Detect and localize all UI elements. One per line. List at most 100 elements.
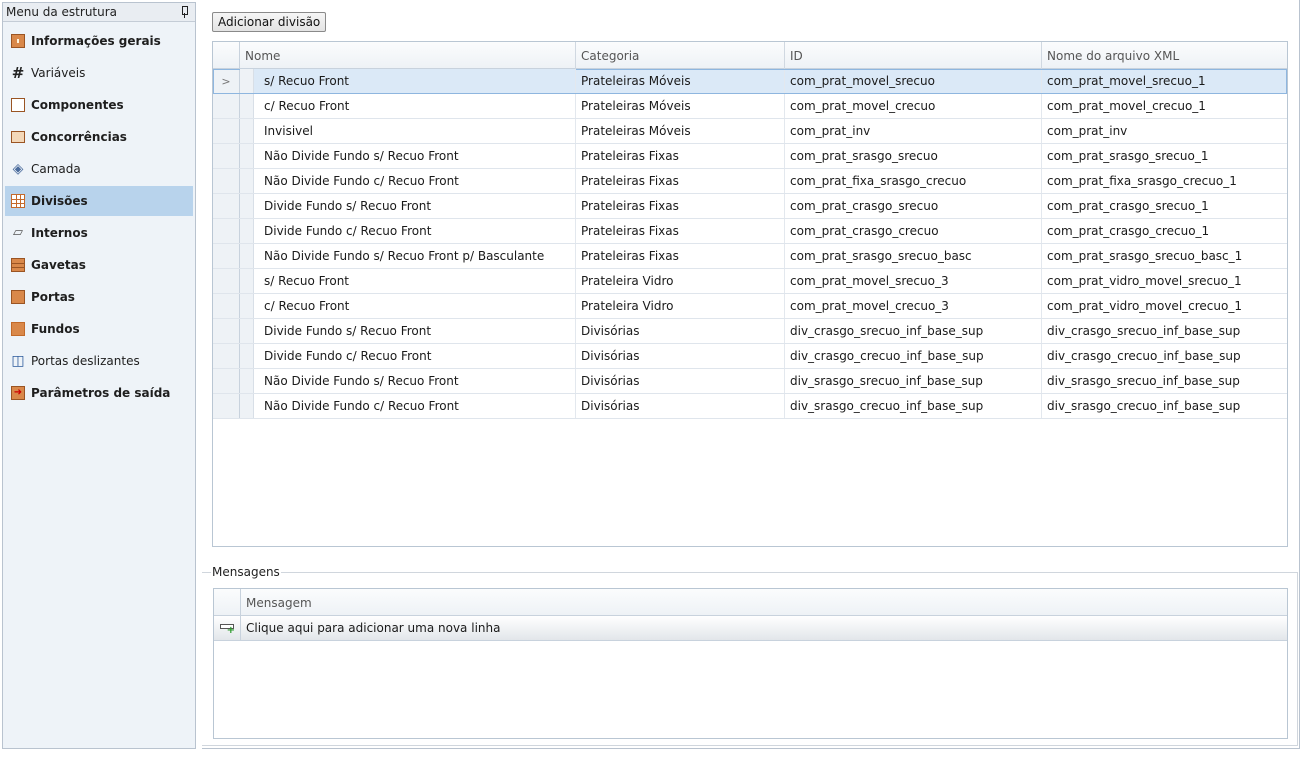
- cell-nome[interactable]: Não Divide Fundo c/ Recuo Front: [240, 394, 576, 418]
- cell-id[interactable]: com_prat_movel_crecuo: [785, 94, 1042, 118]
- cell-categoria[interactable]: Prateleira Vidro: [576, 269, 785, 293]
- menu-item-divisoes[interactable]: Divisões: [5, 186, 193, 216]
- cell-categoria[interactable]: Divisórias: [576, 344, 785, 368]
- table-row[interactable]: > s/ Recuo Front Prateleiras Móveis com_pra…: [213, 69, 1287, 94]
- table-row[interactable]: Não Divide Fundo c/ Recuo Front Prateleir…: [213, 169, 1287, 194]
- cell-nome-arquivo-xml[interactable]: com_prat_vidro_movel_crecuo_1: [1042, 294, 1287, 318]
- column-header-mensagem[interactable]: Mensagem: [241, 589, 1287, 616]
- table-row[interactable]: s/ Recuo Front Prateleira Vidro com_prat_m…: [213, 269, 1287, 294]
- row-indicator[interactable]: [213, 94, 240, 118]
- cell-id[interactable]: div_crasgo_srecuo_inf_base_sup: [785, 319, 1042, 343]
- cell-nome-arquivo-xml[interactable]: com_prat_crasgo_crecuo_1: [1042, 219, 1287, 243]
- cell-id[interactable]: com_prat_srasgo_srecuo: [785, 144, 1042, 168]
- add-new-row[interactable]: + Clique aqui para adicionar uma nova li…: [214, 616, 1287, 641]
- cell-id[interactable]: com_prat_inv: [785, 119, 1042, 143]
- table-row[interactable]: Divide Fundo s/ Recuo Front Divisórias div…: [213, 319, 1287, 344]
- cell-categoria[interactable]: Prateleiras Móveis: [576, 119, 785, 143]
- menu-item-componentes[interactable]: Componentes: [5, 90, 193, 120]
- cell-nome[interactable]: Divide Fundo s/ Recuo Front: [240, 194, 576, 218]
- pin-icon[interactable]: [179, 6, 189, 18]
- menu-item-portas-deslizantes[interactable]: ◫ Portas deslizantes: [5, 346, 193, 376]
- cell-nome[interactable]: s/ Recuo Front: [240, 69, 576, 93]
- table-row[interactable]: Invisivel Prateleiras Móveis com_prat_inv c…: [213, 119, 1287, 144]
- cell-categoria[interactable]: Prateleiras Fixas: [576, 219, 785, 243]
- cell-nome[interactable]: c/ Recuo Front: [240, 94, 576, 118]
- cell-nome-arquivo-xml[interactable]: div_srasgo_srecuo_inf_base_sup: [1042, 369, 1287, 393]
- cell-nome-arquivo-xml[interactable]: com_prat_srasgo_srecuo_basc_1: [1042, 244, 1287, 268]
- cell-categoria[interactable]: Prateleiras Móveis: [576, 69, 785, 93]
- row-indicator[interactable]: [213, 294, 240, 318]
- cell-nome-arquivo-xml[interactable]: com_prat_fixa_srasgo_crecuo_1: [1042, 169, 1287, 193]
- table-row[interactable]: Divide Fundo c/ Recuo Front Prateleiras F…: [213, 219, 1287, 244]
- menu-item-parametros-de-saida[interactable]: ➜ Parâmetros de saída: [5, 378, 193, 408]
- cell-nome[interactable]: s/ Recuo Front: [240, 269, 576, 293]
- cell-id[interactable]: com_prat_movel_crecuo_3: [785, 294, 1042, 318]
- cell-categoria[interactable]: Prateleiras Fixas: [576, 194, 785, 218]
- row-indicator[interactable]: [213, 144, 240, 168]
- table-row[interactable]: Não Divide Fundo s/ Recuo Front Divisória…: [213, 369, 1287, 394]
- cell-categoria[interactable]: Prateleiras Fixas: [576, 144, 785, 168]
- cell-id[interactable]: div_crasgo_crecuo_inf_base_sup: [785, 344, 1042, 368]
- column-header-id[interactable]: ID: [785, 42, 1042, 69]
- cell-categoria[interactable]: Divisórias: [576, 394, 785, 418]
- cell-categoria[interactable]: Divisórias: [576, 319, 785, 343]
- row-indicator[interactable]: [213, 119, 240, 143]
- menu-item-fundos[interactable]: Fundos: [5, 314, 193, 344]
- cell-nome-arquivo-xml[interactable]: com_prat_movel_crecuo_1: [1042, 94, 1287, 118]
- cell-id[interactable]: com_prat_movel_srecuo: [785, 69, 1042, 93]
- cell-id[interactable]: div_srasgo_srecuo_inf_base_sup: [785, 369, 1042, 393]
- table-row[interactable]: Divide Fundo c/ Recuo Front Divisórias div…: [213, 344, 1287, 369]
- row-indicator[interactable]: [213, 369, 240, 393]
- menu-item-concorrencias[interactable]: Concorrências: [5, 122, 193, 152]
- table-row[interactable]: c/ Recuo Front Prateleira Vidro com_prat_m…: [213, 294, 1287, 319]
- cell-nome[interactable]: Divide Fundo c/ Recuo Front: [240, 344, 576, 368]
- column-header-categoria[interactable]: Categoria: [576, 42, 785, 69]
- cell-id[interactable]: com_prat_movel_srecuo_3: [785, 269, 1042, 293]
- cell-nome[interactable]: Não Divide Fundo s/ Recuo Front: [240, 369, 576, 393]
- row-indicator[interactable]: [213, 169, 240, 193]
- table-row[interactable]: Não Divide Fundo s/ Recuo Front Prateleir…: [213, 144, 1287, 169]
- row-indicator[interactable]: [213, 269, 240, 293]
- cell-id[interactable]: com_prat_fixa_srasgo_crecuo: [785, 169, 1042, 193]
- row-indicator[interactable]: [213, 244, 240, 268]
- table-row[interactable]: Divide Fundo s/ Recuo Front Prateleiras F…: [213, 194, 1287, 219]
- column-header-nome-arquivo-xml[interactable]: Nome do arquivo XML: [1042, 42, 1287, 69]
- cell-nome-arquivo-xml[interactable]: com_prat_srasgo_srecuo_1: [1042, 144, 1287, 168]
- cell-categoria[interactable]: Prateleiras Fixas: [576, 244, 785, 268]
- cell-nome[interactable]: c/ Recuo Front: [240, 294, 576, 318]
- cell-categoria[interactable]: Divisórias: [576, 369, 785, 393]
- cell-categoria[interactable]: Prateleiras Móveis: [576, 94, 785, 118]
- cell-id[interactable]: div_srasgo_crecuo_inf_base_sup: [785, 394, 1042, 418]
- row-indicator[interactable]: >: [213, 69, 240, 93]
- row-indicator[interactable]: [213, 194, 240, 218]
- cell-nome[interactable]: Invisivel: [240, 119, 576, 143]
- cell-nome-arquivo-xml[interactable]: div_crasgo_crecuo_inf_base_sup: [1042, 344, 1287, 368]
- cell-nome-arquivo-xml[interactable]: div_srasgo_crecuo_inf_base_sup: [1042, 394, 1287, 418]
- table-row[interactable]: c/ Recuo Front Prateleiras Móveis com_prat…: [213, 94, 1287, 119]
- add-division-button[interactable]: Adicionar divisão: [212, 12, 327, 32]
- cell-nome-arquivo-xml[interactable]: com_prat_crasgo_srecuo_1: [1042, 194, 1287, 218]
- add-row-icon[interactable]: +: [214, 616, 241, 640]
- cell-nome[interactable]: Não Divide Fundo c/ Recuo Front: [240, 169, 576, 193]
- cell-nome-arquivo-xml[interactable]: com_prat_vidro_movel_srecuo_1: [1042, 269, 1287, 293]
- column-header-nome[interactable]: Nome: [240, 42, 576, 69]
- row-indicator[interactable]: [213, 319, 240, 343]
- menu-item-camada[interactable]: ◈ Camada: [5, 154, 193, 184]
- table-row[interactable]: Não Divide Fundo s/ Recuo Front p/ Bascu…: [213, 244, 1287, 269]
- menu-item-portas[interactable]: Portas: [5, 282, 193, 312]
- cell-nome-arquivo-xml[interactable]: div_crasgo_srecuo_inf_base_sup: [1042, 319, 1287, 343]
- menu-item-gavetas[interactable]: Gavetas: [5, 250, 193, 280]
- cell-id[interactable]: com_prat_crasgo_crecuo: [785, 219, 1042, 243]
- row-indicator[interactable]: [213, 394, 240, 418]
- menu-item-informacoes-gerais[interactable]: Informações gerais: [5, 26, 193, 56]
- menu-item-variaveis[interactable]: # Variáveis: [5, 58, 193, 88]
- menu-item-internos[interactable]: ▱ Internos: [5, 218, 193, 248]
- table-row[interactable]: Não Divide Fundo c/ Recuo Front Divisória…: [213, 394, 1287, 419]
- cell-id[interactable]: com_prat_crasgo_srecuo: [785, 194, 1042, 218]
- add-new-row-text[interactable]: Clique aqui para adicionar uma nova linh…: [241, 616, 1287, 640]
- cell-nome-arquivo-xml[interactable]: com_prat_inv: [1042, 119, 1287, 143]
- cell-id[interactable]: com_prat_srasgo_srecuo_basc: [785, 244, 1042, 268]
- row-indicator[interactable]: [213, 219, 240, 243]
- cell-categoria[interactable]: Prateleira Vidro: [576, 294, 785, 318]
- cell-nome-arquivo-xml[interactable]: com_prat_movel_srecuo_1: [1042, 69, 1287, 93]
